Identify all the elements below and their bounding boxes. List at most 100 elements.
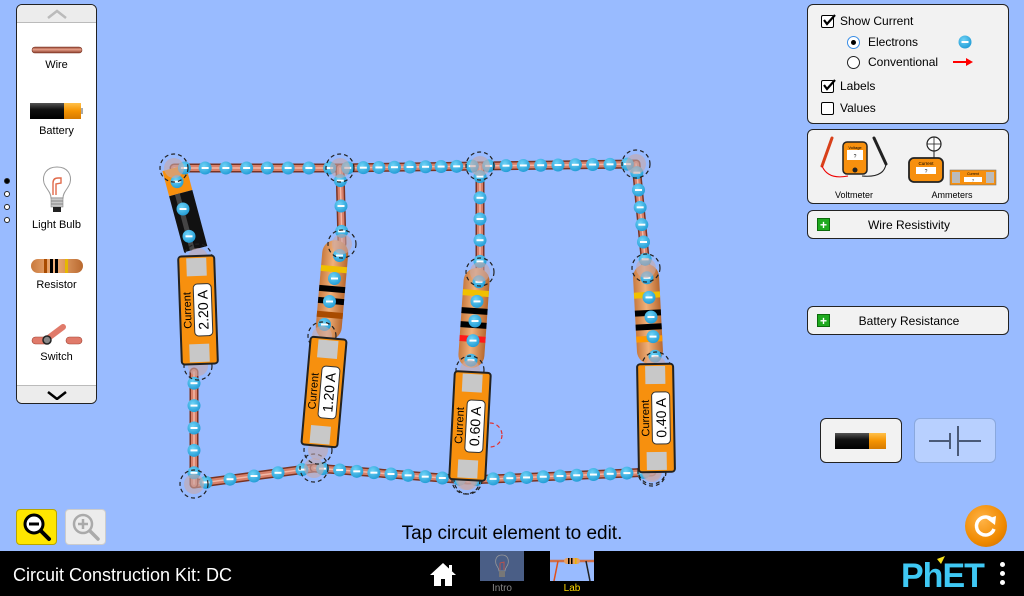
sim-title: Circuit Construction Kit: DC	[13, 565, 233, 585]
electrons-radio[interactable]: Electrons	[847, 35, 972, 49]
electron-minus	[338, 230, 346, 233]
phet-logo-icon: PhET	[901, 556, 986, 595]
electron	[328, 272, 341, 285]
page-dot-2[interactable]	[4, 191, 10, 197]
electron	[403, 160, 417, 174]
electrons-group	[170, 157, 662, 489]
toolbox-item-light-bulb[interactable]: Light Bulb	[17, 165, 96, 231]
reset-all-button[interactable]	[965, 505, 1007, 547]
menu-dot	[1000, 571, 1005, 576]
radio-selected	[847, 35, 860, 49]
ammeters-label: Ammeters	[931, 190, 973, 200]
electron-minus	[556, 475, 564, 477]
electron	[198, 161, 212, 175]
voltmeter-tool[interactable]: Voltage ? Voltmeter	[818, 134, 890, 202]
ammeter-value: 0.40 A	[653, 397, 670, 438]
electron-minus	[243, 167, 251, 169]
values-checkbox[interactable]: Values	[821, 101, 876, 115]
voltmeter-icon: Voltage ?	[820, 136, 888, 178]
electron-minus	[185, 235, 193, 238]
electron-minus	[489, 477, 497, 480]
battery-resistance-accordion[interactable]: + Battery Resistance	[807, 306, 1009, 335]
vertex-fill	[470, 156, 490, 176]
carousel-page-dots	[4, 178, 10, 223]
series-ammeter[interactable]: Current0.60 A	[448, 370, 492, 482]
ammeters-tool[interactable]: Current ? Current ? Ammeters	[904, 134, 1004, 202]
toolbox-item-battery[interactable]: Battery	[17, 101, 96, 137]
page-dot-3[interactable]	[4, 204, 10, 210]
electron-minus	[190, 427, 198, 429]
checkbox-checked	[821, 78, 836, 93]
page-dot-4[interactable]	[4, 217, 10, 223]
electron	[260, 161, 274, 175]
electron-minus	[476, 196, 484, 199]
electron-minus	[326, 300, 333, 303]
electron	[520, 470, 534, 484]
electron-minus	[375, 166, 383, 169]
electron-minus	[606, 472, 614, 475]
electron	[473, 212, 487, 226]
voltmeter-readout-value: ?	[854, 154, 857, 160]
electron	[586, 468, 600, 482]
electron	[642, 290, 656, 304]
lifelike-view-button[interactable]	[820, 418, 902, 463]
electron-minus	[537, 164, 545, 167]
electron-minus	[554, 164, 562, 166]
screen-button-lab[interactable]: Lab	[549, 551, 595, 596]
screen-button-intro[interactable]: Intro	[479, 551, 525, 596]
red-arrow-icon	[953, 58, 973, 66]
toolbox-item-resistor[interactable]: Resistor	[17, 257, 96, 291]
battery-resistance-label: Battery Resistance	[858, 313, 960, 328]
vertex-fill	[626, 154, 646, 174]
electron-minus	[476, 239, 484, 242]
schematic-view-button[interactable]	[914, 418, 996, 463]
page-dot-1[interactable]	[4, 178, 10, 184]
voltmeter-readout-label: Voltage	[848, 145, 862, 150]
series-ammeter[interactable]: Current 2.20 A	[177, 254, 219, 366]
intro-screen-icon	[480, 551, 524, 581]
electron-minus	[359, 166, 367, 169]
edit-hint-text: Tap circuit element to edit.	[401, 523, 623, 544]
electron	[187, 376, 201, 390]
home-button[interactable]	[428, 561, 458, 587]
checkbox-checked	[821, 13, 836, 28]
probe-ammeter-label: Current	[918, 161, 934, 166]
wire-resistivity-accordion[interactable]: + Wire Resistivity	[807, 210, 1009, 239]
conventional-radio[interactable]: Conventional	[847, 55, 974, 69]
series-ammeter[interactable]: Current1.20 A	[300, 335, 348, 449]
voltmeter-label: Voltmeter	[834, 190, 874, 200]
expand-plus-icon: +	[817, 218, 830, 231]
electron-minus	[226, 478, 234, 481]
ammeter-terminal-bottom	[189, 343, 210, 363]
electron-minus	[305, 167, 313, 169]
toolbox-item-switch[interactable]: Switch	[17, 321, 96, 363]
electron-minus	[321, 323, 328, 326]
electron-minus	[471, 320, 479, 322]
vertex-fill	[184, 474, 204, 494]
electron-minus	[179, 208, 187, 210]
electron-minus	[502, 164, 510, 167]
electron-minus	[647, 316, 655, 318]
show-current-checkbox[interactable]: Show Current	[821, 13, 913, 28]
lab-screen-icon	[550, 551, 594, 581]
toolbox-item-wire[interactable]: Wire	[17, 45, 96, 71]
ammeter-icons: Current ? Current ?	[908, 136, 997, 186]
carousel-up-button[interactable]	[17, 5, 96, 23]
wires-group	[169, 159, 657, 489]
series-ammeter[interactable]: Current 0.40 A	[636, 362, 676, 474]
carousel-down-button[interactable]	[17, 385, 96, 403]
electron-minus	[636, 206, 644, 209]
electron	[473, 233, 487, 247]
electron-minus	[190, 449, 198, 452]
toolbox-label: Battery	[39, 125, 74, 137]
electron-minus	[645, 296, 653, 299]
vertex-fill	[332, 234, 352, 254]
labels-checkbox[interactable]: Labels	[821, 78, 875, 93]
electron-minus	[406, 166, 414, 168]
phet-menu-button[interactable]	[1000, 562, 1005, 585]
phet-logo[interactable]: PhET	[901, 555, 993, 596]
electron-minus	[190, 404, 198, 407]
electron-minus	[640, 241, 647, 243]
ammeter-terminal-top	[645, 365, 666, 385]
battery-icon	[29, 103, 83, 119]
